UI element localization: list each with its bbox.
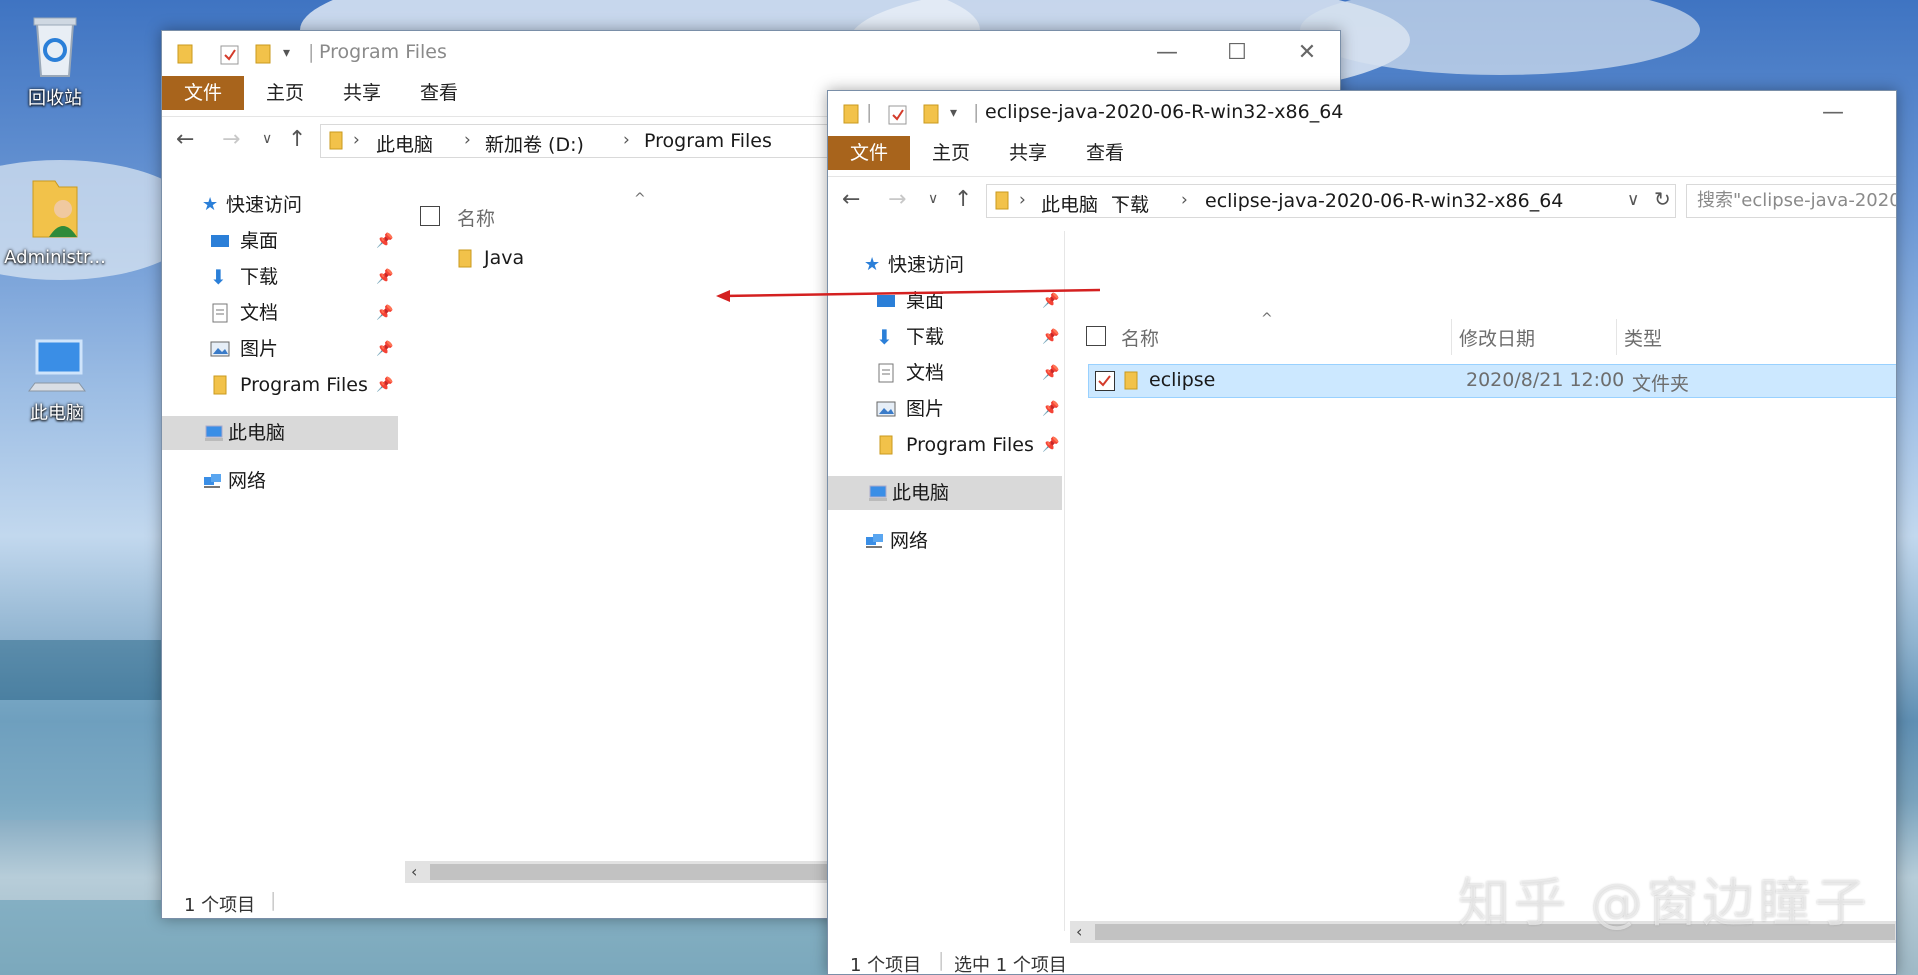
- drag-arrow: [716, 288, 1101, 302]
